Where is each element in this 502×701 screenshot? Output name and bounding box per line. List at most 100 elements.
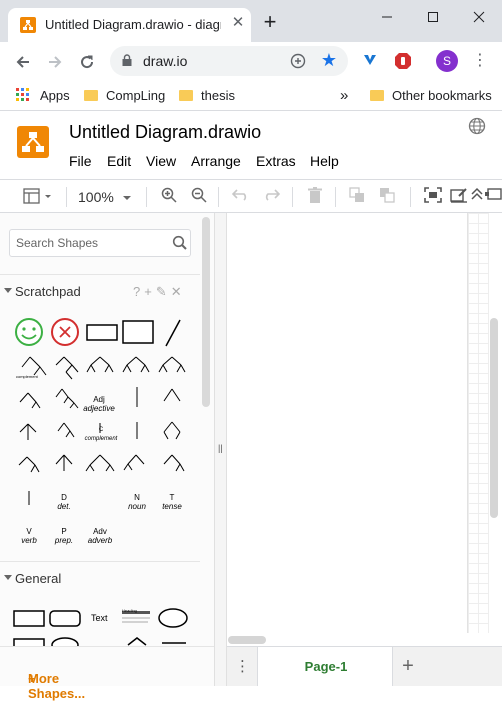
address-bar[interactable]: draw.io ★ (110, 46, 348, 76)
menu-help[interactable]: Help (310, 153, 339, 169)
scratchpad-actions[interactable]: ?+✎✕ (133, 284, 186, 300)
complement-shape[interactable]: C complement (78, 426, 124, 444)
rectangle-shape[interactable] (13, 638, 45, 646)
syntax-tree-shape[interactable] (85, 454, 115, 472)
rounded-rectangle-shape[interactable] (49, 610, 81, 627)
menu-file[interactable]: File (69, 153, 92, 169)
sidebar-scrollbar[interactable] (202, 217, 210, 407)
redo-icon[interactable] (261, 187, 281, 207)
syntax-tree-shape[interactable] (19, 423, 37, 440)
shape-label-bottom: verb (21, 536, 37, 545)
search-input[interactable] (16, 234, 166, 252)
syntax-tree-shape[interactable] (55, 388, 79, 409)
to-back-icon[interactable] (377, 187, 397, 207)
ellipse-shape[interactable] (158, 608, 188, 628)
horizontal-scrollbar[interactable] (228, 636, 266, 644)
adjective-shape[interactable]: Adj adjective (76, 395, 122, 413)
text-shape[interactable]: Text (91, 613, 108, 623)
syntax-tree-shape[interactable] (55, 454, 73, 471)
page-tab[interactable]: Page-1 (257, 647, 393, 686)
smiley-face-shape[interactable] (15, 318, 43, 346)
syntax-tree-shape[interactable] (163, 421, 181, 440)
adverb-shape[interactable]: Adv adverb (80, 527, 120, 545)
scratchpad-section-header[interactable]: Scratchpad ?+✎✕ (0, 274, 200, 307)
diagram-canvas[interactable] (227, 213, 502, 646)
to-front-icon[interactable] (347, 187, 367, 207)
minimize-button[interactable] (364, 0, 410, 32)
verb-shape[interactable]: V verb (14, 527, 44, 545)
diamond-shape[interactable] (127, 637, 147, 646)
noun-shape[interactable]: N noun (122, 493, 152, 511)
bookmark-compling[interactable]: CompLing (84, 86, 165, 106)
tab-close-icon[interactable]: ✕ (230, 15, 246, 31)
document-title[interactable]: Untitled Diagram.drawio (69, 122, 261, 143)
extension-v-icon[interactable] (361, 52, 379, 70)
format-panel-toggle-button[interactable] (22, 187, 56, 207)
menu-view[interactable]: View (146, 153, 176, 169)
page-grid[interactable] (467, 213, 489, 633)
pages-menu-icon[interactable]: ⋮ (235, 657, 250, 677)
new-tab-button[interactable]: + (259, 11, 281, 34)
syntax-tree-shape[interactable]: complement (16, 356, 47, 379)
more-shapes-button[interactable]: + More Shapes... (0, 646, 214, 701)
menu-extras[interactable]: Extras (256, 153, 296, 169)
syntax-tree-shape[interactable] (122, 356, 150, 373)
syntax-tree-shape[interactable] (158, 356, 186, 373)
url-text[interactable]: draw.io (143, 53, 187, 69)
tense-shape[interactable]: T tense (157, 493, 187, 511)
profile-avatar[interactable]: S (436, 50, 458, 72)
adblock-extension-icon[interactable] (394, 52, 412, 70)
x-circle-shape[interactable] (51, 318, 79, 346)
bookmark-apps[interactable]: Apps (16, 86, 70, 106)
app-header: Untitled Diagram.drawio File Edit View A… (0, 111, 502, 179)
circle-shape[interactable] (51, 637, 79, 646)
add-page-button[interactable]: + (399, 655, 417, 677)
zoom-in-icon[interactable] (159, 187, 179, 207)
syntax-tree-shape[interactable] (55, 356, 79, 380)
syntax-tree-shape[interactable] (123, 454, 145, 471)
zoom-dropdown[interactable]: 100% (78, 187, 136, 207)
syntax-tree-shape[interactable] (19, 392, 41, 409)
syntax-tree-shape[interactable] (163, 388, 181, 402)
reload-icon[interactable] (76, 50, 98, 72)
syntax-tree-shape[interactable] (163, 454, 185, 472)
search-icon[interactable] (172, 235, 188, 251)
toolbar-divider (410, 187, 411, 207)
search-shapes-box[interactable] (9, 229, 191, 257)
lock-icon[interactable] (122, 54, 132, 66)
undo-icon[interactable] (231, 187, 251, 207)
format-panel-icon[interactable] (449, 187, 469, 207)
rectangle-shape[interactable] (13, 610, 45, 627)
syntax-tree-shape[interactable] (18, 456, 40, 473)
panel-toggle-icon[interactable] (484, 187, 502, 207)
back-arrow-icon[interactable] (12, 50, 34, 72)
toolbar-divider (146, 187, 147, 207)
bookmarks-overflow-button[interactable]: » (340, 86, 348, 106)
bookmark-star-icon[interactable]: ★ (319, 50, 339, 70)
delete-trash-icon[interactable] (305, 187, 325, 207)
zoom-out-icon[interactable] (189, 187, 209, 207)
sidebar-splitter[interactable]: || (214, 213, 227, 686)
line-shape[interactable] (165, 319, 181, 347)
syntax-tree-shape[interactable] (86, 356, 114, 373)
other-bookmarks[interactable]: Other bookmarks (370, 86, 492, 106)
bookmark-thesis[interactable]: thesis (179, 86, 235, 106)
determiner-shape[interactable]: D det. (49, 493, 79, 511)
menu-arrange[interactable]: Arrange (191, 153, 241, 169)
maximize-button[interactable] (410, 0, 456, 32)
forward-arrow-icon[interactable] (44, 50, 66, 72)
general-section-header[interactable]: General (0, 561, 200, 594)
menu-edit[interactable]: Edit (107, 153, 131, 169)
browser-menu-icon[interactable]: ⋮ (472, 50, 488, 72)
vertical-scrollbar[interactable] (490, 318, 498, 518)
fullscreen-icon[interactable] (422, 187, 444, 207)
preposition-shape[interactable]: P prep. (49, 527, 79, 545)
language-globe-icon[interactable] (468, 117, 486, 135)
install-app-icon[interactable] (288, 51, 308, 71)
rectangle-shape[interactable] (122, 320, 154, 344)
close-window-button[interactable] (456, 0, 502, 32)
syntax-tree-shape[interactable] (57, 422, 75, 438)
rectangle-shape[interactable] (86, 324, 118, 341)
collapse-chevron-up-icon[interactable] (470, 187, 484, 207)
browser-tab[interactable]: Untitled Diagram.drawio - diagrams.net ✕ (8, 8, 251, 42)
